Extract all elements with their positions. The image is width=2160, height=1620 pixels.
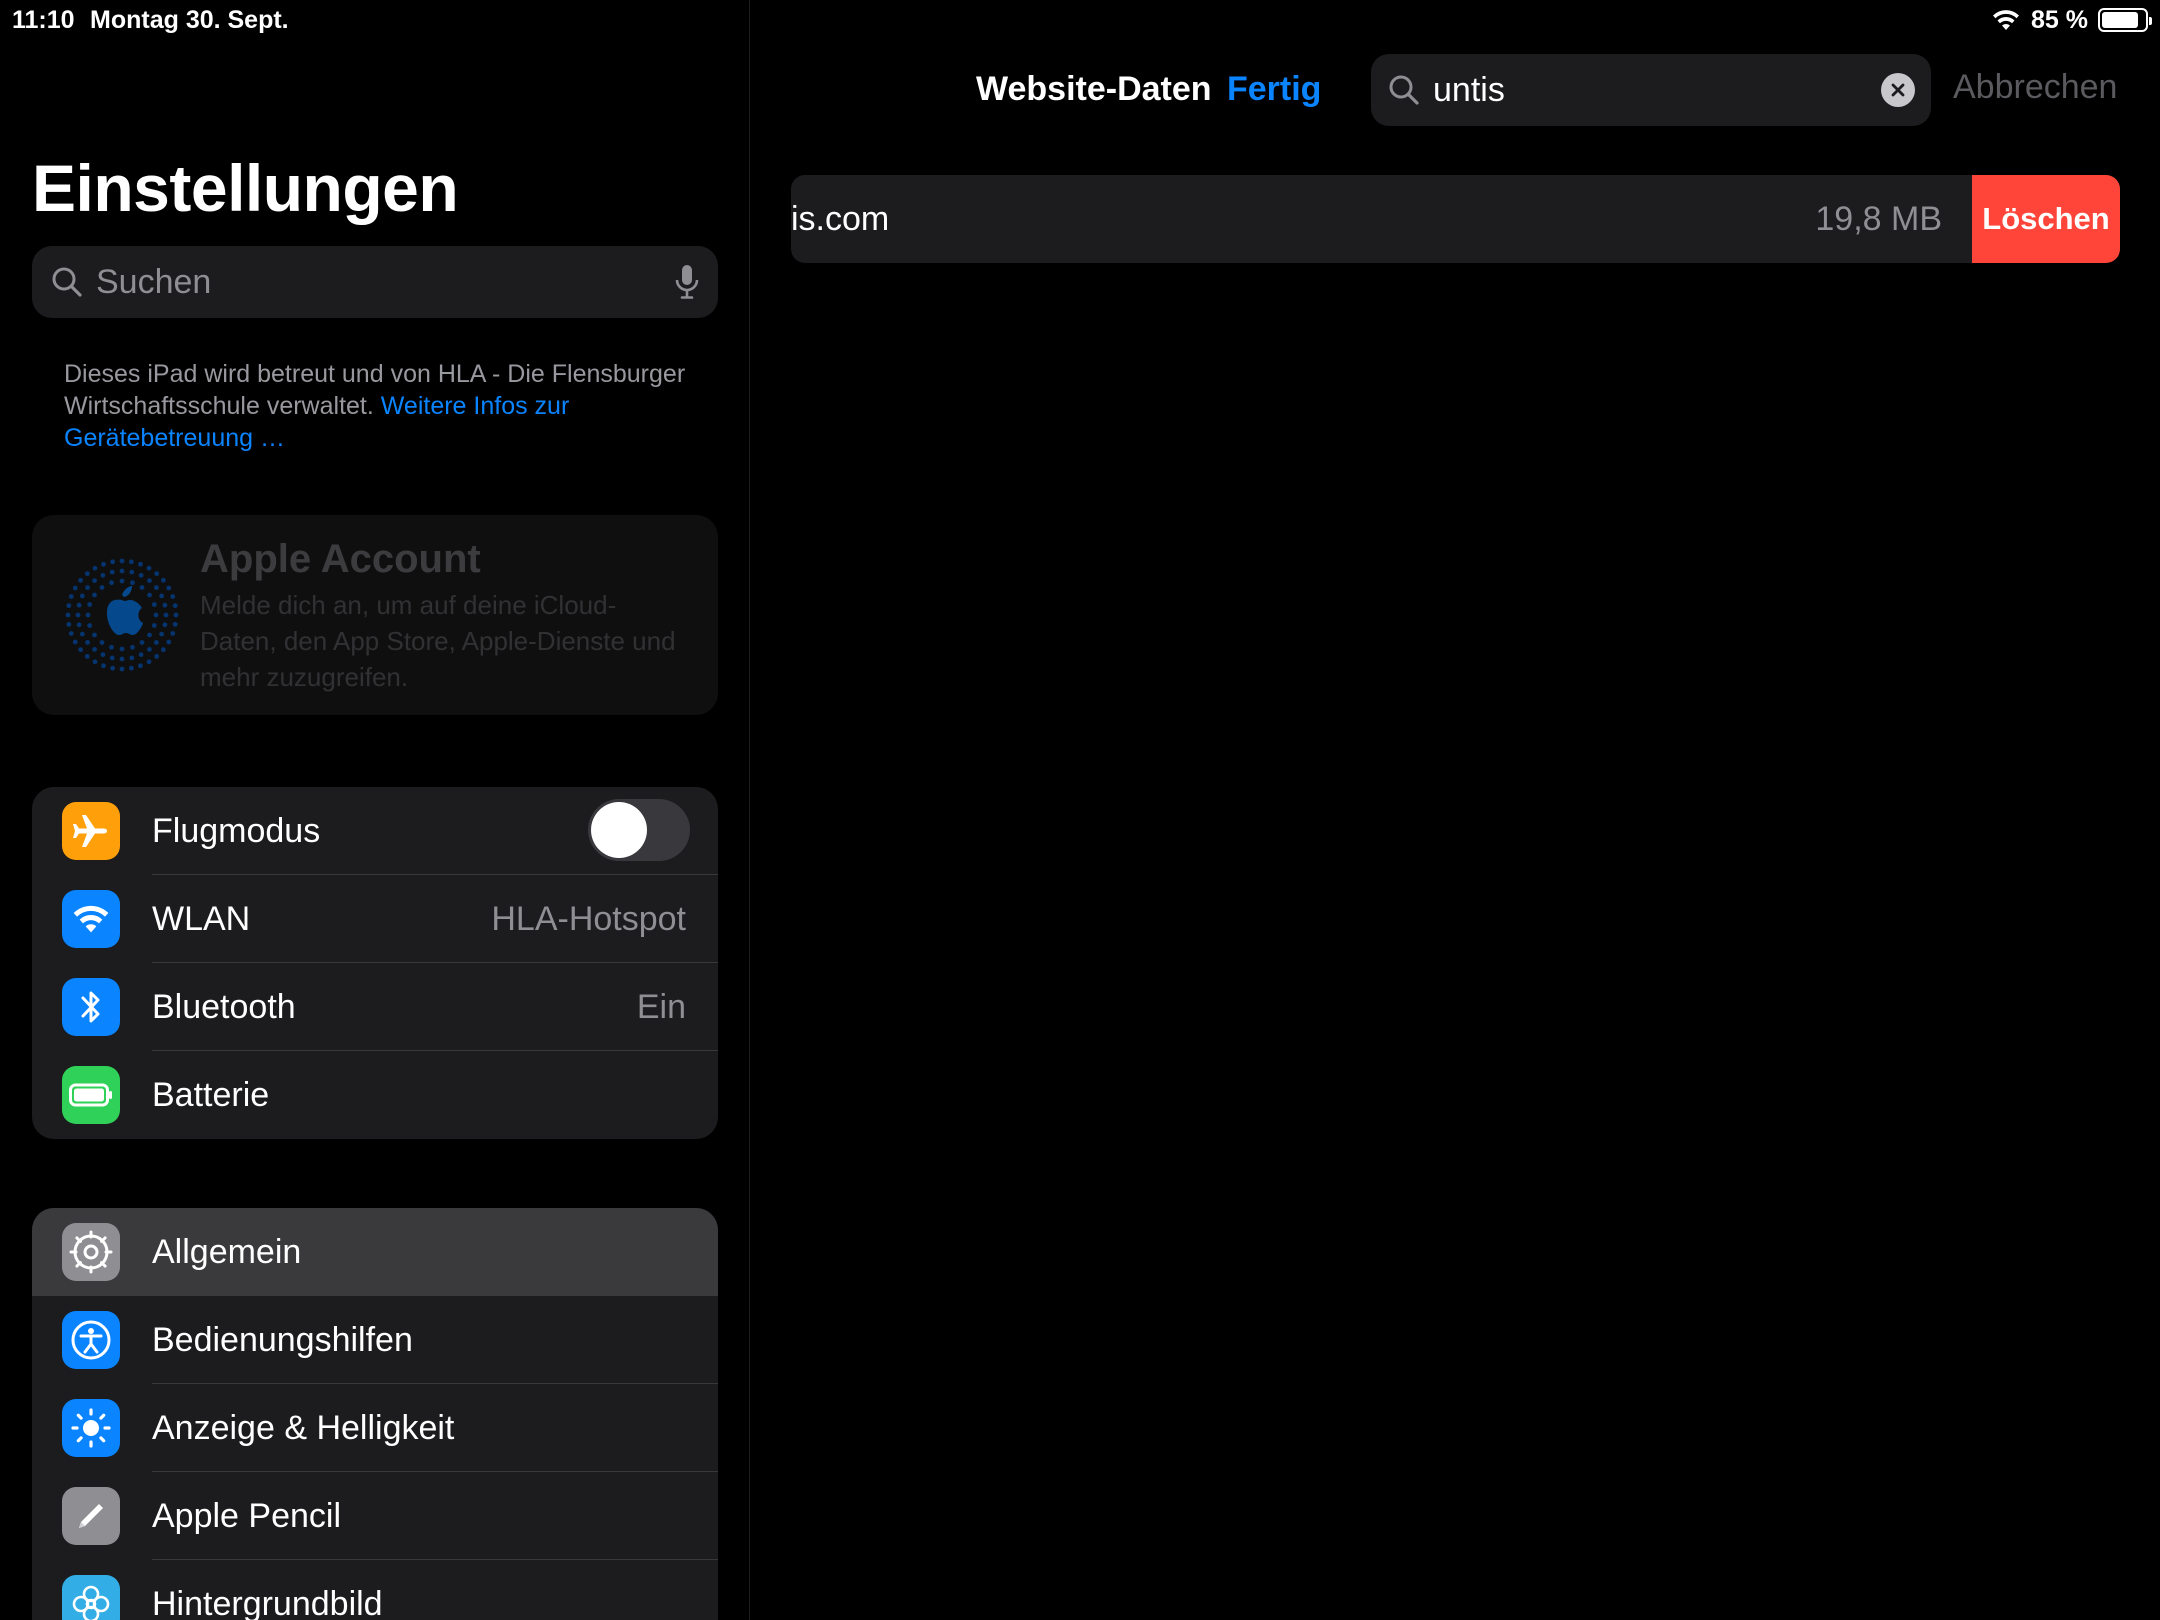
clear-search-button[interactable]	[1881, 73, 1915, 107]
general-group: Allgemein Bedienungshilfen Anzeige & Hel…	[32, 1208, 718, 1620]
search-placeholder: Suchen	[96, 262, 212, 301]
account-title: Apple Account	[200, 537, 481, 581]
wlan-network-value: HLA-Hotspot	[491, 900, 686, 938]
sidebar-item-apple-pencil[interactable]: Apple Pencil	[32, 1472, 718, 1560]
sidebar-item-label: Hintergrundbild	[152, 1585, 383, 1620]
sidebar-item-label: Batterie	[152, 1076, 270, 1114]
sidebar-item-batterie[interactable]: Batterie	[32, 1051, 718, 1139]
search-query: untis	[1433, 70, 1505, 109]
wallpaper-icon	[62, 1575, 120, 1620]
page-title: Einstellungen	[32, 151, 459, 225]
sidebar-item-bedienungshilfen[interactable]: Bedienungshilfen	[32, 1296, 718, 1384]
website-data-pane: Website-Daten Fertig untis Abbrechen is.…	[751, 0, 2160, 1620]
sidebar-item-label: Bedienungshilfen	[152, 1321, 413, 1359]
sidebar-item-label: Allgemein	[152, 1233, 302, 1271]
bluetooth-icon	[62, 978, 120, 1036]
website-data-row[interactable]: is.com 19,8 MB Löschen	[791, 175, 2120, 263]
mdm-text: Dieses iPad wird betreut und von HLA - D…	[64, 360, 686, 420]
brightness-icon	[62, 1399, 120, 1457]
sidebar-item-label: Flugmodus	[152, 812, 321, 850]
accessibility-icon	[62, 1311, 120, 1369]
airplane-icon	[62, 802, 120, 860]
sidebar-item-flugmodus[interactable]: Flugmodus	[32, 787, 718, 875]
sidebar-search-input[interactable]: Suchen	[32, 246, 718, 318]
apple-account-card[interactable]: Apple Account Melde dich an, um auf dein…	[32, 515, 718, 715]
pencil-icon	[62, 1487, 120, 1545]
cancel-button[interactable]: Abbrechen	[1953, 68, 2117, 107]
toggle-knob	[591, 802, 647, 858]
sidebar-item-wlan[interactable]: WLAN HLA-Hotspot	[32, 875, 718, 963]
site-name: is.com	[791, 200, 890, 238]
sidebar-item-label: Bluetooth	[152, 988, 296, 1026]
sidebar-item-label: Apple Pencil	[152, 1497, 342, 1535]
search-icon	[52, 267, 82, 297]
microphone-icon[interactable]	[674, 263, 700, 301]
device-management-note: Dieses iPad wird betreut und von HLA - D…	[64, 358, 694, 454]
sidebar-item-hintergrundbild[interactable]: Hintergrundbild	[32, 1560, 718, 1620]
wifi-icon	[62, 890, 120, 948]
connectivity-group: Flugmodus WLAN HLA-Hotspot Bluetooth Ein	[32, 787, 718, 1139]
battery-icon	[62, 1066, 120, 1124]
nav-title: Website-Daten	[976, 70, 1212, 108]
bluetooth-status-value: Ein	[636, 988, 686, 1026]
search-icon	[1389, 75, 1419, 105]
apple-logo-icon	[65, 558, 179, 672]
settings-sidebar: Einstellungen Suchen Dieses iPad wird be…	[0, 0, 750, 1620]
sidebar-item-bluetooth[interactable]: Bluetooth Ein	[32, 963, 718, 1051]
airplane-mode-toggle[interactable]	[588, 799, 690, 861]
sidebar-item-label: WLAN	[152, 900, 251, 938]
website-search-input[interactable]: untis	[1371, 54, 1931, 126]
sidebar-item-anzeige-helligkeit[interactable]: Anzeige & Helligkeit	[32, 1384, 718, 1472]
delete-button[interactable]: Löschen	[1972, 175, 2120, 263]
sidebar-item-label: Anzeige & Helligkeit	[152, 1409, 455, 1447]
done-button[interactable]: Fertig	[1227, 70, 1321, 109]
gear-icon	[62, 1223, 120, 1281]
close-icon	[1891, 83, 1905, 97]
site-size: 19,8 MB	[1815, 200, 1942, 238]
account-description: Melde dich an, um auf deine iCloud-Daten…	[200, 590, 676, 692]
sidebar-item-allgemein[interactable]: Allgemein	[32, 1208, 718, 1296]
